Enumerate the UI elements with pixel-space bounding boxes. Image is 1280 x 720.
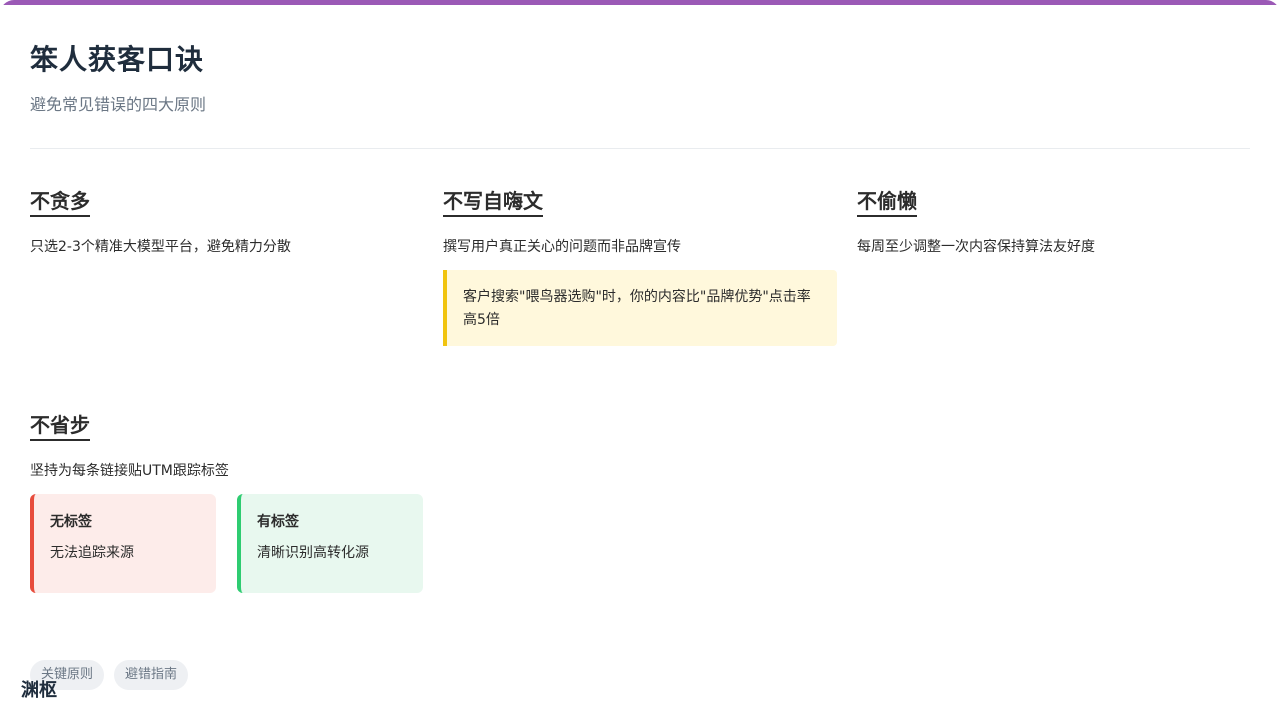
principle-no-laziness: 不偷懒 每周至少调整一次内容保持算法友好度 xyxy=(857,189,1095,257)
compare-card-untagged: 无标签 无法追踪来源 xyxy=(30,494,216,593)
brand-logo: 渊枢 xyxy=(21,680,57,701)
compare-text: 清晰识别高转化源 xyxy=(257,545,369,561)
compare-title: 无标签 xyxy=(50,514,92,530)
accent-bar xyxy=(0,0,1280,5)
compare-card-tagged: 有标签 清晰识别高转化源 xyxy=(237,494,423,593)
example-quote: 客户搜索"喂鸟器选购"时，你的内容比"品牌优势"点击率高5倍 xyxy=(443,270,837,346)
divider xyxy=(30,148,1250,149)
principle-title: 不贪多 xyxy=(30,189,90,217)
slide-card: 笨人获客口诀 避免常见错误的四大原则 不贪多 只选2-3个精准大模型平台，避免精… xyxy=(0,0,1280,720)
compare-title: 有标签 xyxy=(257,514,299,530)
page-title: 笨人获客口诀 xyxy=(30,43,205,76)
principle-title: 不省步 xyxy=(30,413,90,441)
principle-no-greed: 不贪多 只选2-3个精准大模型平台，避免精力分散 xyxy=(30,189,291,257)
compare-text: 无法追踪来源 xyxy=(50,545,134,561)
principle-title: 不写自嗨文 xyxy=(443,189,543,217)
principle-desc: 撰写用户真正关心的问题而非品牌宣传 xyxy=(443,239,681,255)
principle-desc: 坚持为每条链接贴UTM跟踪标签 xyxy=(30,463,229,479)
page-subtitle: 避免常见错误的四大原则 xyxy=(30,95,207,114)
tag-error-guide[interactable]: 避错指南 xyxy=(114,660,189,690)
principle-no-self-indulgence: 不写自嗨文 撰写用户真正关心的问题而非品牌宣传 xyxy=(443,189,681,257)
principle-title: 不偷懒 xyxy=(857,189,917,217)
principle-desc: 只选2-3个精准大模型平台，避免精力分散 xyxy=(30,239,291,255)
principle-desc: 每周至少调整一次内容保持算法友好度 xyxy=(857,239,1095,255)
principle-no-skipping: 不省步 坚持为每条链接贴UTM跟踪标签 xyxy=(30,413,229,481)
